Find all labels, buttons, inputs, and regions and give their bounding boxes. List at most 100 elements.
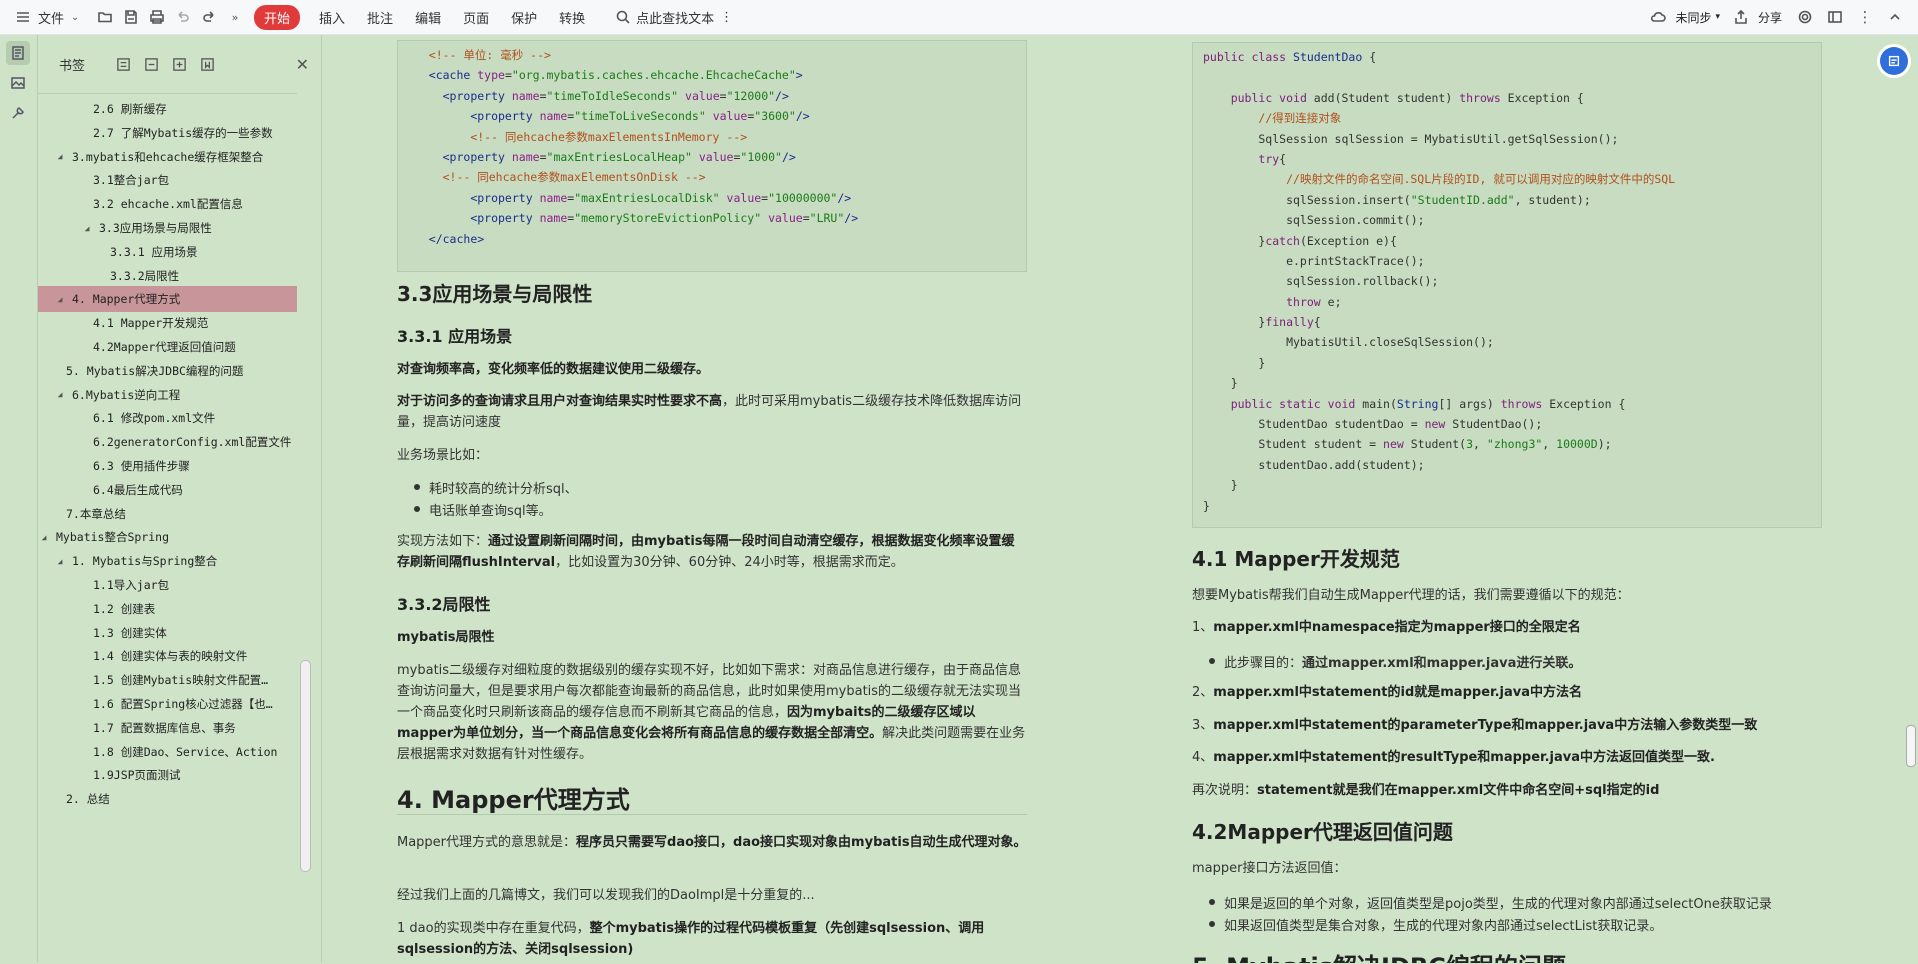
bookmark-item[interactable]: 3.1整合jar包	[38, 167, 297, 193]
tree-expand-icon[interactable]: ◢	[54, 390, 66, 399]
tab-page[interactable]: 页面	[452, 8, 500, 27]
code-line: MybatisUtil.closeSqlSession();	[1203, 335, 1494, 350]
print-icon[interactable]	[144, 4, 170, 30]
bookmark-panel-icon[interactable]	[6, 41, 30, 65]
bookmark-item[interactable]: 1.9JSP页面测试	[38, 762, 297, 788]
bookmark-item[interactable]: ◢ 4. Mapper代理方式	[38, 286, 297, 313]
paragraph-p4: 实现方法如下：通过设置刷新间隔时间，由mybatis每隔一段时间自动清空缓存，根…	[397, 534, 1015, 570]
paragraph-r-p2: mapper接口方法返回值：	[1192, 861, 1347, 876]
more-quick-access-icon[interactable]: »	[222, 4, 248, 30]
search-box[interactable]: 点此查找文本 ⋮	[610, 4, 733, 30]
bookmark-label: 1.1导入jar包	[93, 578, 170, 592]
bookmark-item[interactable]: 3.3.2局限性	[38, 263, 297, 289]
bookmark-label: 6.Mybatis逆向工程	[72, 387, 181, 402]
bookmark-item[interactable]: 1.4 创建实体与表的映射文件	[38, 643, 297, 669]
document-scrollbar-thumb[interactable]	[1906, 725, 1916, 767]
bookmark-item[interactable]: 7.本章总结	[38, 501, 297, 527]
bookmark-item[interactable]: 1.5 创建Mybatis映射文件配置…	[38, 667, 297, 693]
bookmark-item[interactable]: 1.6 配置Spring核心过滤器【也…	[38, 691, 297, 717]
tab-protect[interactable]: 保护	[500, 8, 548, 27]
bookmark-item[interactable]: 1.1导入jar包	[38, 572, 297, 598]
bookmark-item[interactable]: 1.2 创建表	[38, 596, 297, 622]
more-options-icon[interactable]: ⋮	[1852, 4, 1878, 30]
list-item: 如果是返回的单个对象，返回值类型是pojo类型，生成的代理对象内部通过selec…	[1209, 893, 1772, 912]
code-line: studentDao.add(student);	[1203, 457, 1425, 472]
bookmark-label: 7.本章总结	[66, 506, 126, 521]
bookmark-item[interactable]: 4.2Mapper代理返回值问题	[38, 334, 297, 360]
bookmark-label: 5. Mybatis解决JDBC编程的问题	[66, 363, 244, 378]
bookmark-label: 6.1 修改pom.xml文件	[93, 411, 216, 426]
save-icon[interactable]	[118, 4, 144, 30]
paragraph-p2: 对于访问多的查询请求且用户对查询结果实时性要求不高，此时可采用mybatis二级…	[397, 394, 1022, 430]
heading-4-1: 4.1 Mapper开发规范	[1192, 547, 1400, 571]
bookmark-scrollbar-thumb[interactable]	[300, 660, 311, 872]
paragraph-r-p1: 想要Mybatis帮我们自动生成Mapper代理的话，我们需要遵循以下的规范：	[1192, 588, 1630, 603]
search-input[interactable]: 点此查找文本	[636, 8, 714, 27]
bookmark-label: 6.2generatorConfig.xml配置文件	[93, 435, 292, 450]
tree-expand-icon[interactable]: ◢	[38, 533, 50, 542]
undo-icon[interactable]	[170, 4, 196, 30]
floating-action-button[interactable]	[1880, 47, 1908, 75]
bookmark-item[interactable]: 6.1 修改pom.xml文件	[38, 405, 297, 431]
bookmark-item[interactable]: ◢ 1. Mybatis与Spring整合	[38, 548, 297, 574]
image-panel-icon[interactable]	[6, 71, 30, 95]
code-line: <cache type="org.mybatis.caches.ehcache.…	[428, 68, 803, 83]
bookmark-panel: 书签 ✕ 2.6 刷新缓存 2.7 了解Mybatis缓存的一些参数 ◢ 3.myba…	[38, 35, 322, 963]
code-line: StudentDao studentDao = new StudentDao()…	[1203, 417, 1543, 432]
bookmark-flag-icon[interactable]	[195, 52, 219, 76]
tab-start[interactable]: 开始	[254, 4, 301, 30]
bookmark-item[interactable]: 2.7 了解Mybatis缓存的一些参数	[38, 120, 297, 146]
settings-icon[interactable]	[1792, 4, 1818, 30]
tree-expand-icon[interactable]: ◢	[54, 295, 66, 304]
left-icon-rail	[0, 35, 38, 963]
tab-edit[interactable]: 编辑	[404, 8, 452, 27]
bookmark-item[interactable]: ◢ 6.Mybatis逆向工程	[38, 382, 297, 408]
add-bookmark-icon[interactable]	[167, 52, 191, 76]
bookmark-item[interactable]: 1.3 创建实体	[38, 620, 297, 646]
more-vertical-icon[interactable]: ⋮	[720, 10, 733, 25]
bookmark-item[interactable]: 3.3.1 应用场景	[38, 239, 297, 265]
expand-all-icon[interactable]	[111, 52, 135, 76]
bookmark-item[interactable]: 6.2generatorConfig.xml配置文件	[38, 429, 297, 455]
bookmark-label: 4.1 Mapper开发规范	[93, 316, 209, 331]
bookmark-item[interactable]: 2. 总结	[38, 786, 297, 812]
bookmark-item[interactable]: 6.4最后生成代码	[38, 477, 297, 503]
bookmark-label: 3.3.2局限性	[110, 268, 180, 283]
tree-expand-icon[interactable]: ◢	[54, 557, 66, 566]
close-icon[interactable]: ✕	[296, 55, 309, 74]
sync-chevron-icon[interactable]: ▾	[1715, 12, 1720, 22]
bookmark-item[interactable]: 1.7 配置数据库信息、事务	[38, 715, 297, 741]
bookmark-item[interactable]: 6.3 使用插件步骤	[38, 453, 297, 479]
code-line: public void add(Student student) throws …	[1230, 90, 1584, 105]
code-line: Student student = new Student(3, "zhong3…	[1203, 437, 1612, 452]
bookmark-item[interactable]: 4.1 Mapper开发规范	[38, 310, 297, 336]
redo-icon[interactable]	[196, 4, 222, 30]
top-toolbar: 文件 ⌄ » 开始 插入 批注 编辑 页面 保护 转换 点此查找文本 ⋮ 未同步…	[0, 0, 1918, 35]
file-menu[interactable]: 文件	[36, 8, 68, 27]
bookmark-item[interactable]: ◢ 3.3应用场景与局限性	[38, 215, 297, 241]
bookmark-item[interactable]: ◢ 3.mybatis和ehcache缓存框架整合	[38, 144, 297, 170]
share-button[interactable]: 分享	[1758, 9, 1782, 26]
bookmark-item[interactable]: 3.2 ehcache.xml配置信息	[38, 191, 297, 217]
bookmark-label: 4. Mapper代理方式	[72, 292, 181, 307]
chevron-down-icon[interactable]: ⌄	[68, 4, 82, 30]
bookmark-item[interactable]: ◢ Mybatis整合Spring	[38, 524, 297, 550]
sync-status[interactable]: 未同步	[1675, 9, 1711, 26]
bookmark-label: 2. 总结	[66, 792, 110, 807]
tab-comment[interactable]: 批注	[356, 8, 404, 27]
tree-expand-icon[interactable]: ◢	[81, 224, 93, 233]
collapse-all-icon[interactable]	[139, 52, 163, 76]
collapse-up-icon[interactable]	[1882, 4, 1908, 30]
hamburger-icon[interactable]	[10, 4, 36, 30]
bookmark-item[interactable]: 1.8 创建Dao、Service、Action	[38, 739, 297, 765]
sidebar-toggle-icon[interactable]	[1822, 4, 1848, 30]
bookmark-item[interactable]: 2.6 刷新缓存	[38, 96, 297, 122]
tools-panel-icon[interactable]	[6, 101, 30, 125]
tree-expand-icon[interactable]: ◢	[54, 152, 66, 161]
tab-convert[interactable]: 转换	[548, 8, 596, 27]
open-folder-icon[interactable]	[92, 4, 118, 30]
bookmark-label: 3.3.1 应用场景	[110, 244, 198, 259]
code-line: <property name="maxEntriesLocalHeap" val…	[442, 149, 796, 164]
bookmark-item[interactable]: 5. Mybatis解决JDBC编程的问题	[38, 358, 297, 384]
tab-insert[interactable]: 插入	[308, 8, 356, 27]
